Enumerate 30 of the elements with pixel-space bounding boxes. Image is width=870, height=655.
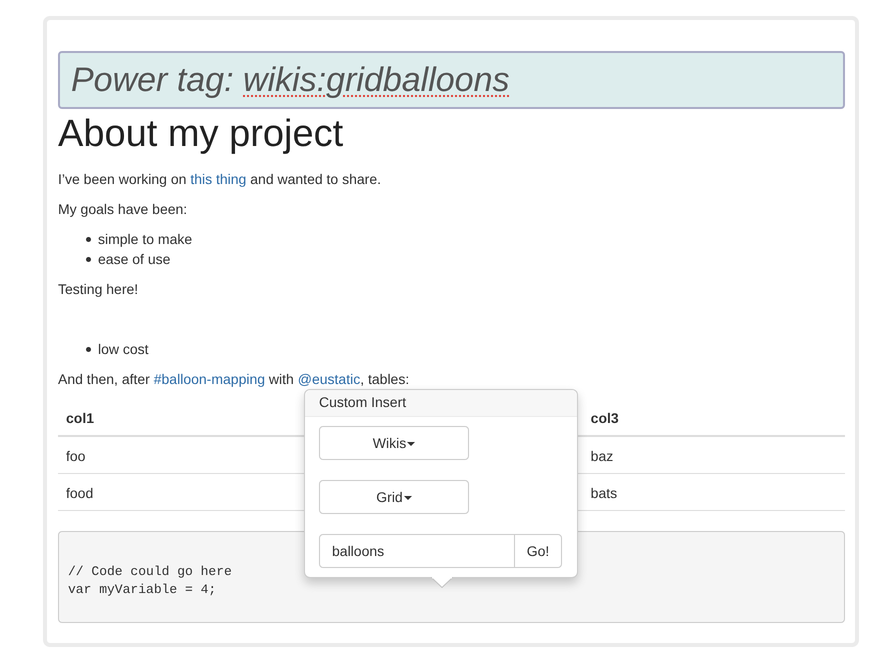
bullet-icon — [86, 347, 91, 352]
code-line: // Code could go here — [68, 564, 232, 579]
table-cell: food — [66, 485, 94, 501]
dropdown-button[interactable]: Grid — [319, 480, 469, 514]
go-button[interactable]: Go! — [514, 534, 562, 568]
table-cell: baz — [590, 448, 614, 464]
list-item-text: simple to make — [98, 230, 192, 249]
table-header-cell: col1 — [66, 410, 94, 426]
link[interactable]: @eustatic — [298, 371, 360, 387]
popover-header: Custom Insert — [305, 390, 577, 417]
paragraph-text: And then, after #balloon-mapping with @eustatic, tables: — [58, 370, 410, 389]
caret-icon — [407, 442, 416, 446]
link[interactable]: this thing — [190, 171, 246, 187]
code-line: var myVariable = 4; — [68, 582, 216, 597]
text-input-field[interactable]: balloons — [319, 534, 515, 568]
paragraph-text: I’ve been working on this thing and wanted to share. — [58, 170, 382, 189]
list-item-text: low cost — [98, 340, 149, 359]
paragraph-text: My goals have been: — [58, 200, 188, 219]
dropdown-button[interactable]: Wikis — [319, 426, 469, 460]
caret-icon — [404, 496, 412, 500]
link[interactable]: #balloon-mapping — [154, 371, 266, 387]
bullet-icon — [86, 237, 91, 242]
title-field[interactable]: Power tag: wikis:gridballoons — [58, 51, 845, 109]
table-header-cell: col3 — [590, 410, 619, 426]
paragraph-text: Testing here! — [58, 280, 138, 299]
list-item-text: ease of use — [98, 250, 170, 269]
table-cell: bats — [590, 485, 618, 501]
page-heading: About my project — [58, 112, 344, 157]
table-cell: foo — [66, 448, 86, 464]
bullet-icon — [86, 257, 91, 262]
